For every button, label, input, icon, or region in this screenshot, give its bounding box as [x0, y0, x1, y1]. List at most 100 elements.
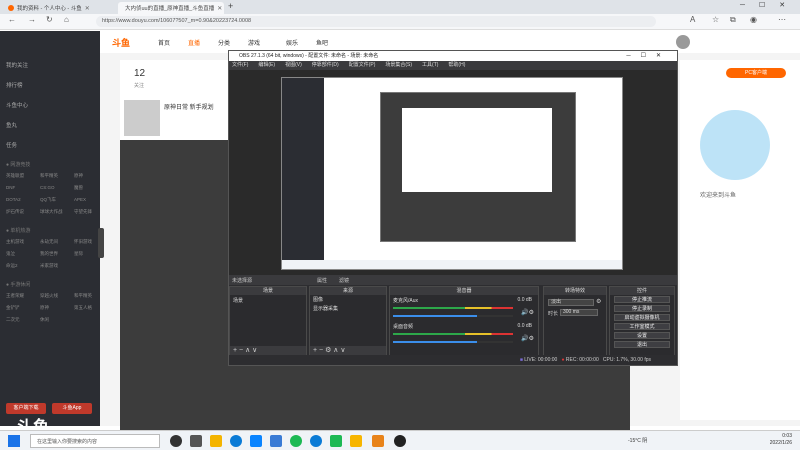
obs-window-controls[interactable]: ─☐✕: [626, 51, 671, 61]
browser-tab-active[interactable]: 大内侦uu的直播_原神直播_斗鱼直播 ✕: [118, 2, 224, 14]
nav-category[interactable]: 分类: [218, 38, 230, 47]
menu-tools[interactable]: 工具(T): [422, 61, 438, 70]
sidebar-category[interactable]: CS:GO: [40, 185, 55, 190]
system-clock[interactable]: 0:03 2022/1/26: [770, 433, 792, 447]
sidebar-category[interactable]: 金铲铲: [6, 305, 20, 311]
stream-title[interactable]: 原神日常 新手规划: [164, 102, 214, 111]
sidebar-category[interactable]: DNF: [6, 185, 15, 190]
pc-client-badge[interactable]: PC客户端: [726, 68, 786, 78]
menu-help[interactable]: 帮助(H): [448, 61, 465, 70]
app-icon[interactable]: [290, 435, 302, 447]
volume-slider[interactable]: [393, 315, 513, 317]
transition-select[interactable]: 淡出: [548, 299, 594, 306]
sidebar-item-rank[interactable]: 排行榜: [6, 81, 23, 91]
nav-home[interactable]: 首页: [158, 38, 170, 47]
weather-widget[interactable]: -15°C 阴: [628, 437, 647, 444]
edge-icon[interactable]: [230, 435, 242, 447]
site-logo[interactable]: 斗鱼: [112, 36, 130, 49]
sidebar-category[interactable]: 魔兽: [74, 185, 83, 191]
back-icon[interactable]: ←: [8, 15, 16, 24]
sidebar-category[interactable]: 命运2: [6, 263, 18, 269]
sidebar-category[interactable]: 我的世界: [40, 251, 58, 257]
mail-icon[interactable]: [270, 435, 282, 447]
url-input[interactable]: https://www.douyu.com/10607?507_m=0.90&2…: [96, 16, 656, 27]
sidebar-category[interactable]: 和平精英: [40, 173, 58, 179]
app-icon[interactable]: [350, 435, 362, 447]
translate-icon[interactable]: A: [690, 15, 695, 24]
store-icon[interactable]: [250, 435, 262, 447]
sidebar-category[interactable]: 永劫无间: [40, 239, 58, 245]
sidebar-category[interactable]: 二次元: [6, 317, 20, 323]
sidebar-category[interactable]: 米家游戏: [40, 263, 58, 269]
sidebar-item-center[interactable]: 斗鱼中心: [6, 101, 28, 111]
user-avatar[interactable]: [676, 35, 690, 49]
favorites-icon[interactable]: ☆: [712, 15, 719, 24]
menu-docks[interactable]: 停靠部件(D): [312, 61, 339, 70]
sidebar-category[interactable]: 主机游戏: [6, 239, 24, 245]
sidebar-category[interactable]: 炉石传说: [6, 209, 24, 215]
properties-button[interactable]: 属性: [317, 277, 327, 284]
speaker-icon[interactable]: 🔊⚙: [521, 309, 534, 316]
sidebar-category[interactable]: 原神: [74, 173, 83, 179]
douyu-app-button[interactable]: 斗鱼App: [52, 403, 92, 414]
stop-recording-button[interactable]: 停止录制: [614, 305, 670, 312]
home-icon[interactable]: ⌂: [64, 15, 69, 24]
sidebar-category[interactable]: QQ飞车: [40, 197, 56, 203]
close-tab-icon[interactable]: ✕: [85, 5, 90, 12]
nav-fishbar[interactable]: 鱼吧: [316, 38, 328, 47]
sidebar-category[interactable]: 穿越火线: [40, 293, 58, 299]
sidebar-category[interactable]: 第五人格: [74, 305, 92, 311]
sidebar-collapse-handle[interactable]: [98, 228, 104, 258]
studio-mode-button[interactable]: 工作室模式: [614, 323, 670, 330]
browser-tab[interactable]: 我的资料 - 个人中心 - 斗鱼 ✕: [4, 2, 114, 14]
scenes-toolbar[interactable]: + − ∧ ∨: [230, 346, 306, 355]
collections-icon[interactable]: ⧉: [730, 15, 736, 25]
stop-streaming-button[interactable]: 停止推流: [614, 296, 670, 303]
nav-game[interactable]: 游戏: [248, 38, 260, 47]
sidebar-category[interactable]: APEX: [74, 197, 86, 202]
sidebar-category[interactable]: 星际: [74, 251, 83, 257]
wechat-icon[interactable]: [330, 435, 342, 447]
sidebar-category[interactable]: 守望先锋: [74, 209, 92, 215]
sidebar-category[interactable]: 球球大作战: [40, 209, 63, 215]
menu-scene-collection[interactable]: 场景集合(S): [385, 61, 412, 70]
nav-entertainment[interactable]: 娱乐: [286, 38, 298, 47]
sidebar-category[interactable]: 怀旧游戏: [74, 239, 92, 245]
menu-edit[interactable]: 编辑(E): [258, 61, 275, 70]
new-tab-button[interactable]: +: [228, 1, 233, 11]
window-controls[interactable]: ─☐✕: [740, 1, 799, 9]
browser-icon[interactable]: [310, 435, 322, 447]
sources-toolbar[interactable]: + − ⚙ ∧ ∨: [310, 346, 386, 355]
source-item-display-capture[interactable]: 显示器采集: [310, 304, 386, 313]
refresh-icon[interactable]: ↻: [46, 15, 53, 24]
sidebar-category[interactable]: 和平精英: [74, 293, 92, 299]
taskbar-search-input[interactable]: 在这里输入你要搜索的内容: [30, 434, 160, 448]
file-explorer-icon[interactable]: [210, 435, 222, 447]
close-tab-icon[interactable]: ✕: [217, 5, 222, 12]
menu-profile[interactable]: 配置文件(P): [349, 61, 376, 70]
obs-taskbar-icon[interactable]: [394, 435, 406, 447]
obs-preview[interactable]: [229, 70, 677, 275]
settings-button[interactable]: 设置: [614, 332, 670, 339]
task-view-icon[interactable]: [190, 435, 202, 447]
sidebar-item-fishball[interactable]: 鱼丸: [6, 121, 17, 131]
volume-slider[interactable]: [393, 341, 513, 343]
more-icon[interactable]: ⋯: [778, 15, 786, 24]
sidebar-item-follow[interactable]: 我的关注: [6, 61, 28, 71]
speaker-icon[interactable]: 🔊⚙: [521, 335, 534, 342]
menu-file[interactable]: 文件(F): [232, 61, 248, 70]
filters-button[interactable]: 滤镜: [339, 277, 349, 284]
stream-thumbnail[interactable]: [124, 100, 160, 136]
sidebar-category[interactable]: 英雄联盟: [6, 173, 24, 179]
profile-icon[interactable]: ◉: [750, 15, 757, 24]
nav-live[interactable]: 直播: [188, 38, 200, 47]
start-icon[interactable]: [8, 435, 20, 447]
sidebar-item-task[interactable]: 任务: [6, 141, 17, 151]
forward-icon[interactable]: →: [28, 15, 36, 24]
virtual-camera-button[interactable]: 启动虚拟摄像机: [614, 314, 670, 321]
exit-button[interactable]: 退出: [614, 341, 670, 348]
transition-settings-icon[interactable]: ⚙: [596, 298, 601, 305]
sidebar-category[interactable]: 原神: [40, 305, 49, 311]
cortana-icon[interactable]: [170, 435, 182, 447]
sidebar-category[interactable]: 休闲: [40, 317, 49, 323]
